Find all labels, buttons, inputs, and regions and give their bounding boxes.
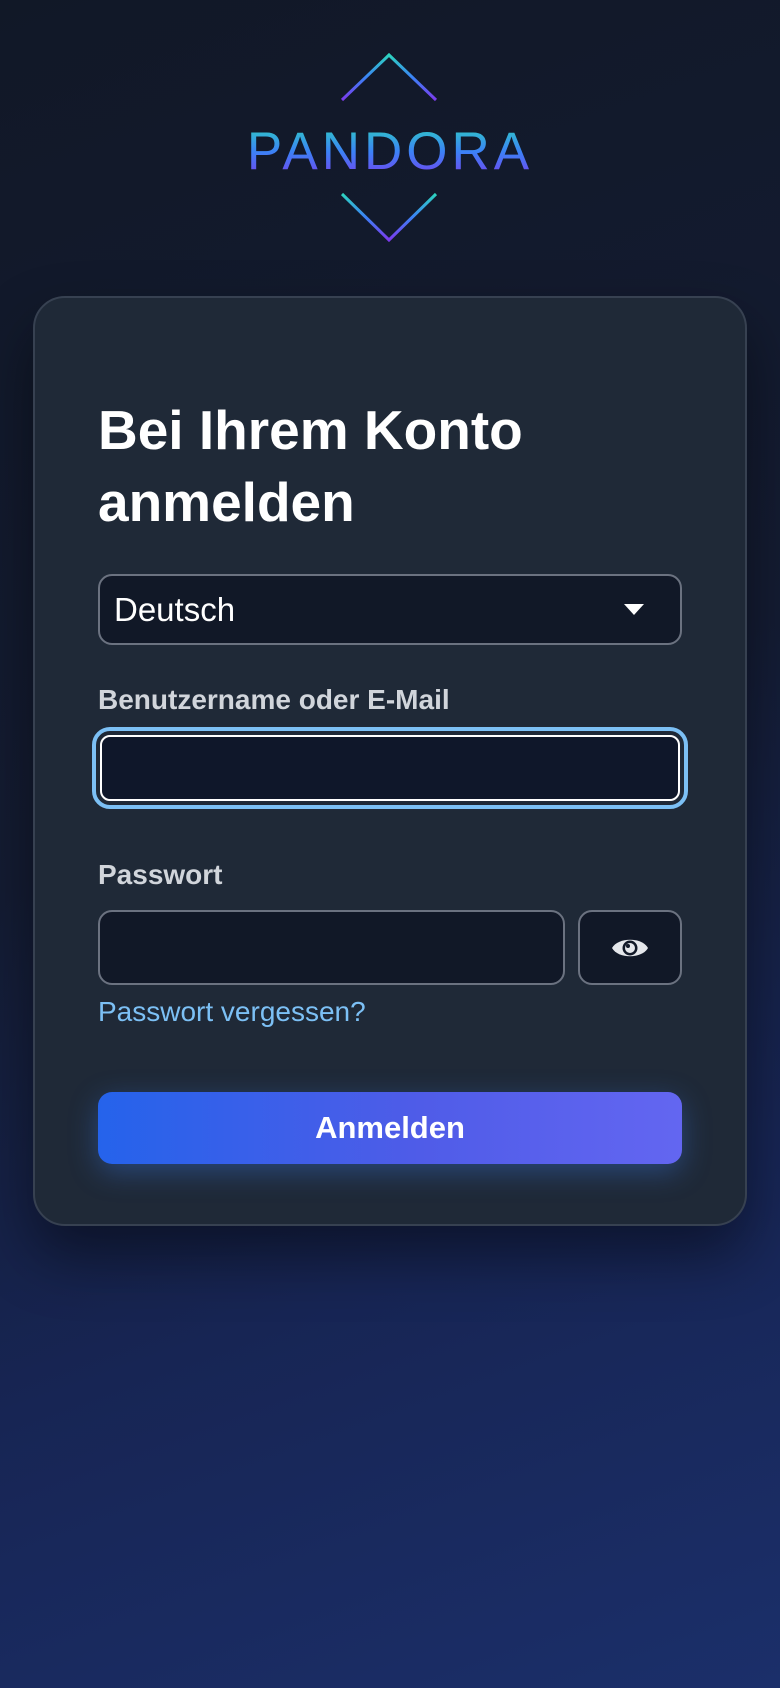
forgot-password-link[interactable]: Passwort vergessen? [98, 996, 366, 1028]
password-label: Passwort [98, 859, 223, 890]
language-select[interactable]: Deutsch [98, 574, 682, 645]
password-input[interactable] [98, 910, 565, 985]
logo-wordmark: PANDORA [250, 122, 530, 181]
username-focus-ring [92, 727, 688, 809]
logo-chevron-up [340, 52, 438, 102]
language-select-value: Deutsch [114, 591, 236, 628]
login-card: Bei Ihrem Konto anmelden Deutsch Benutze… [33, 296, 747, 1226]
login-button[interactable]: Anmelden [98, 1092, 682, 1164]
chevron-down-icon [624, 604, 644, 615]
brand-logo: PANDORA [247, 48, 530, 248]
username-input[interactable] [100, 735, 680, 801]
username-label: Benutzername oder E-Mail [98, 684, 450, 715]
page-title: Bei Ihrem Konto anmelden [98, 399, 523, 533]
logo-chevron-down [340, 192, 438, 243]
toggle-password-visibility-button[interactable] [578, 910, 682, 985]
eye-icon [612, 939, 648, 957]
